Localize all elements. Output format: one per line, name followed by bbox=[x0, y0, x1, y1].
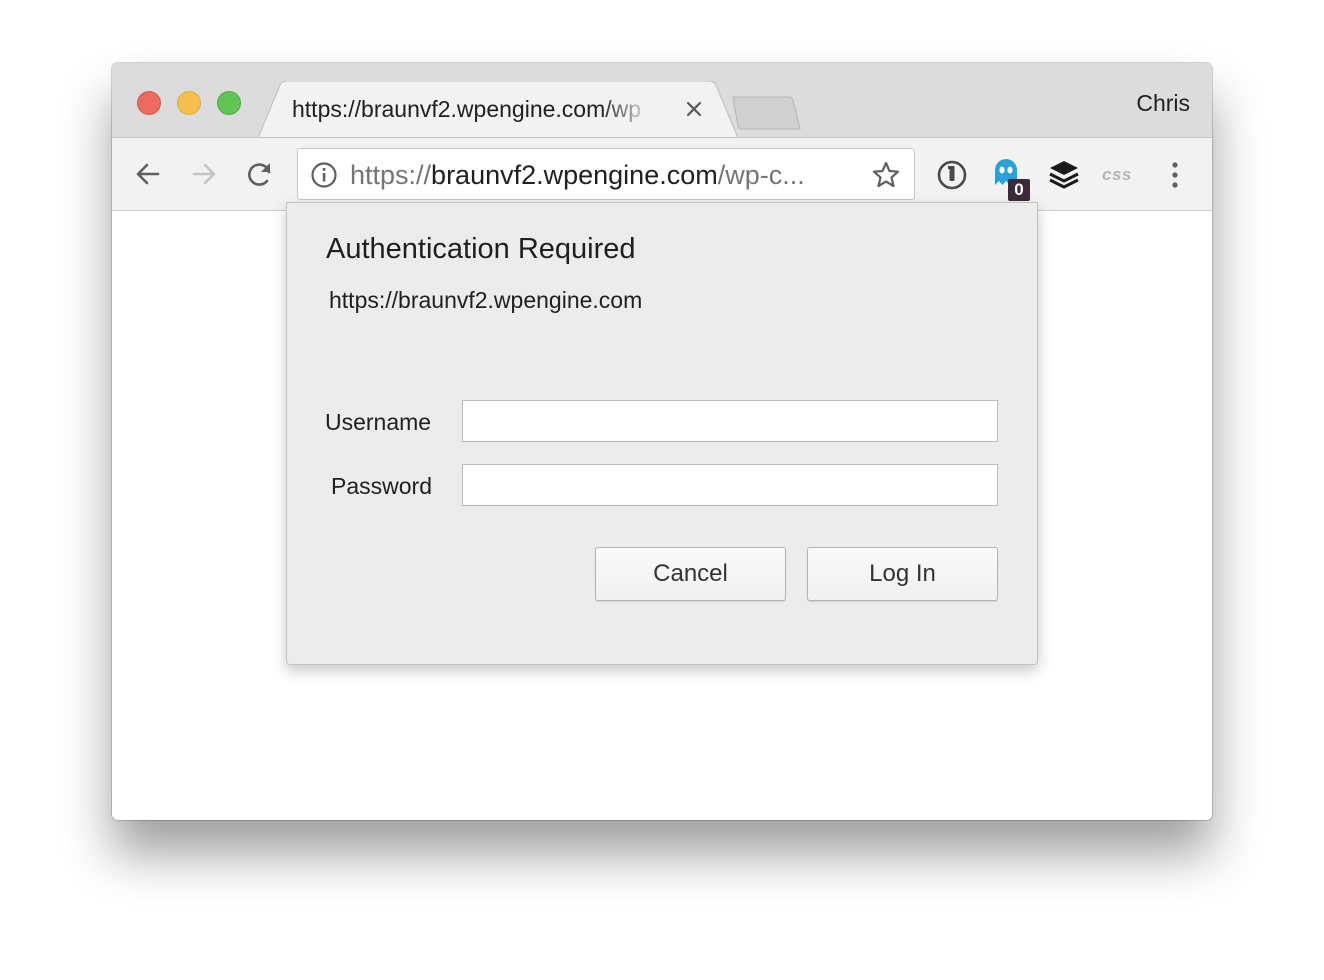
url-path: /wp-c... bbox=[717, 160, 805, 190]
url-host: braunvf2.wpengine.com bbox=[431, 160, 718, 190]
reload-icon[interactable] bbox=[243, 157, 277, 191]
address-bar[interactable]: https://braunvf2.wpengine.com/wp-c... bbox=[297, 148, 915, 200]
more-vertical-icon[interactable] bbox=[1167, 158, 1183, 192]
window-minimize-button[interactable] bbox=[177, 91, 201, 115]
auth-dialog: Authentication Required https://braunvf2… bbox=[286, 202, 1038, 665]
tab-strip: https://braunvf2.wpengine.com/wp Chris bbox=[112, 63, 1212, 138]
tab-title: https://braunvf2.wpengine.com/wp bbox=[292, 96, 642, 122]
ghostery-badge: 0 bbox=[1008, 179, 1030, 201]
password-field[interactable] bbox=[462, 464, 998, 506]
url-scheme: https:// bbox=[350, 160, 432, 190]
info-icon[interactable] bbox=[310, 161, 338, 189]
new-tab-button[interactable] bbox=[732, 96, 802, 130]
url-text[interactable]: https://braunvf2.wpengine.com/wp-c... bbox=[350, 160, 810, 192]
1password-icon[interactable] bbox=[933, 155, 971, 195]
css-extension-icon[interactable]: css bbox=[1102, 165, 1132, 185]
username-field[interactable] bbox=[462, 400, 998, 442]
toolbar: https://braunvf2.wpengine.com/wp-c... 0 … bbox=[112, 137, 1212, 211]
window-zoom-button[interactable] bbox=[217, 91, 241, 115]
log-in-button[interactable]: Log In bbox=[807, 547, 998, 601]
password-label: Password bbox=[331, 473, 432, 499]
back-arrow-icon[interactable] bbox=[131, 157, 165, 191]
browser-window: https://braunvf2.wpengine.com/wp Chris h… bbox=[112, 63, 1212, 820]
close-icon[interactable] bbox=[682, 97, 706, 121]
profile-name[interactable]: Chris bbox=[1136, 90, 1190, 117]
buffer-stack-icon[interactable] bbox=[1045, 155, 1083, 195]
window-close-button[interactable] bbox=[137, 91, 161, 115]
forward-arrow-icon[interactable] bbox=[187, 157, 221, 191]
tab-active[interactable]: https://braunvf2.wpengine.com/wp bbox=[258, 81, 738, 138]
dialog-origin: https://braunvf2.wpengine.com bbox=[329, 287, 643, 313]
username-label: Username bbox=[325, 409, 432, 435]
dialog-title: Authentication Required bbox=[326, 233, 636, 265]
star-icon[interactable] bbox=[871, 160, 901, 190]
cancel-button[interactable]: Cancel bbox=[595, 547, 786, 601]
